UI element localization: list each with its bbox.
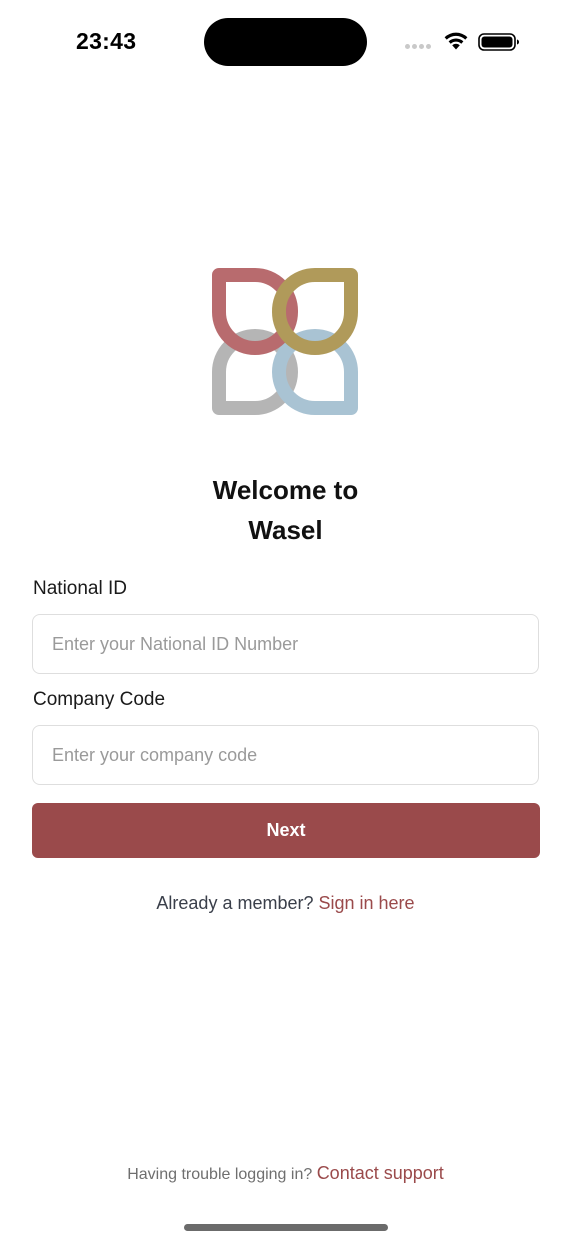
national-id-label: National ID bbox=[33, 578, 127, 599]
support-prompt-text: Having trouble logging in? bbox=[127, 1166, 313, 1183]
dynamic-island bbox=[204, 18, 367, 66]
contact-support-link[interactable]: Contact support bbox=[317, 1163, 444, 1183]
company-code-input[interactable] bbox=[32, 725, 539, 785]
signup-screen: 23:43 Welcome to Wasel National ID Enter… bbox=[0, 0, 571, 1242]
home-indicator[interactable] bbox=[184, 1224, 388, 1231]
status-bar: 23:43 bbox=[0, 0, 571, 84]
cellular-signal-icon bbox=[405, 44, 435, 50]
sign-in-link[interactable]: Sign in here bbox=[319, 893, 415, 913]
member-prompt-line: Already a member? Sign in here bbox=[0, 893, 571, 914]
status-time: 23:43 bbox=[76, 28, 137, 54]
national-id-input[interactable] bbox=[32, 614, 539, 674]
wifi-icon bbox=[444, 32, 468, 50]
member-prompt-text: Already a member? bbox=[156, 893, 314, 913]
battery-icon bbox=[478, 33, 519, 51]
wasel-logo-icon bbox=[212, 268, 358, 415]
next-button[interactable]: Next bbox=[32, 803, 540, 858]
welcome-line-2: Wasel bbox=[248, 515, 323, 545]
support-prompt-line: Having trouble logging in? Contact suppo… bbox=[0, 1163, 571, 1184]
welcome-title: Welcome to Wasel bbox=[0, 470, 571, 550]
company-code-label: Company Code bbox=[33, 689, 166, 710]
welcome-line-1: Welcome to bbox=[212, 475, 359, 505]
